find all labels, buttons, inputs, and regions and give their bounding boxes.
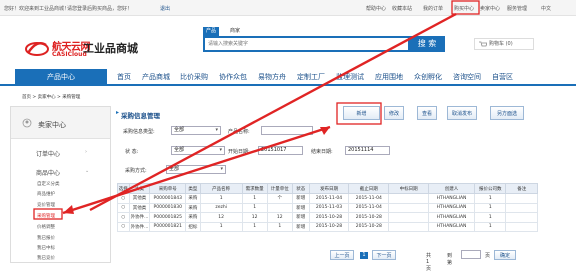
annotation-overlay (33, 0, 480, 220)
annotation-box-purchase-manage (33, 208, 63, 220)
annotation-box-add-button (336, 102, 382, 125)
annotation-arrow-2 (62, 125, 331, 215)
annotation-arrowhead-1 (320, 127, 330, 135)
annotation-arrow-1 (89, 12, 457, 212)
annotation-box-seller-center (451, 0, 480, 15)
annotation-arrowhead-2 (63, 205, 74, 214)
